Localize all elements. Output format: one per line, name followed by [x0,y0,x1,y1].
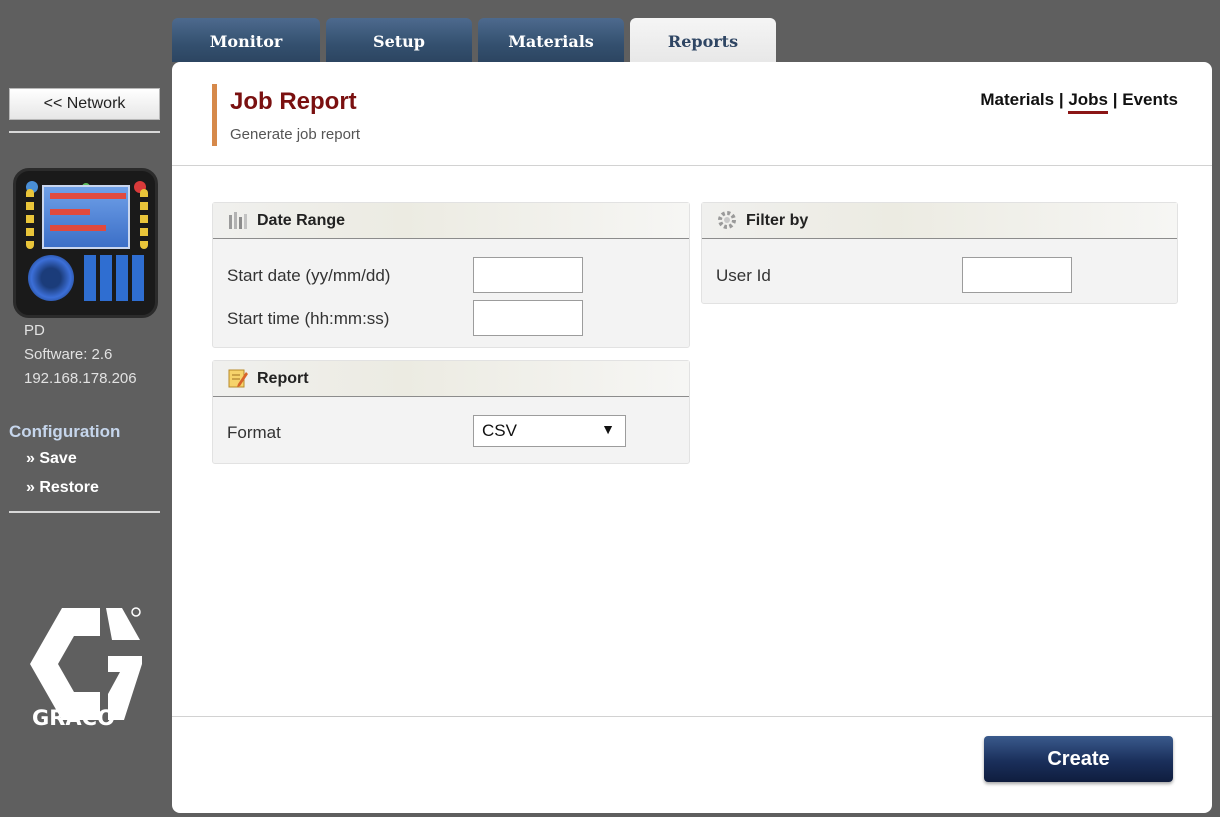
device-buttons-icon [140,189,148,249]
filter-title: Filter by [746,212,809,229]
device-name: PD [24,322,45,339]
events-link[interactable]: Events [1122,90,1178,109]
network-back-button[interactable]: << Network [9,88,160,120]
format-selected-value: CSV [482,421,517,440]
page-title: Job Report [230,88,357,115]
tab-setup[interactable]: Setup [326,18,472,62]
format-select[interactable]: CSV ▼ [473,415,626,447]
start-date-label: Start date (yy/mm/dd) [227,266,391,285]
report-header: Report [213,361,689,397]
format-label: Format [227,423,281,442]
user-id-label: User Id [716,266,771,285]
link-separator: | [1112,90,1118,109]
device-dial-icon [28,255,74,301]
device-screen-icon [42,185,130,249]
start-date-input[interactable] [473,257,583,293]
device-keypad-icon [84,255,148,301]
filter-panel: Filter by User Id [701,202,1178,304]
start-time-label: Start time (hh:mm:ss) [227,309,390,328]
device-buttons-icon [26,189,34,249]
gear-icon [718,211,736,229]
calendar-bars-icon [229,212,247,229]
header-divider [172,165,1212,166]
report-title: Report [257,370,309,387]
start-time-input[interactable] [473,300,583,336]
create-button[interactable]: Create [984,736,1173,782]
report-edit-icon [228,369,248,388]
date-range-title: Date Range [257,212,346,229]
sidebar-divider [9,511,160,513]
tab-monitor[interactable]: Monitor [172,18,320,62]
date-range-header: Date Range [213,203,689,239]
date-range-panel: Date Range Start date (yy/mm/dd) Start t… [212,202,690,348]
link-separator: | [1058,90,1064,109]
tab-materials[interactable]: Materials [478,18,624,62]
restore-link[interactable]: » Restore [26,479,99,497]
logo-text: GRACO [32,706,115,730]
footer-divider [172,716,1212,717]
tab-reports[interactable]: Reports [630,18,776,64]
report-panel: Report Format CSV ▼ [212,360,690,464]
materials-link[interactable]: Materials [980,90,1054,109]
device-ip: 192.168.178.206 [24,370,137,387]
sidebar-divider [9,131,160,133]
user-id-input[interactable] [962,257,1072,293]
dropdown-arrow-icon: ▼ [601,421,615,437]
report-type-links: Materials | Jobs | Events [980,90,1178,114]
sidebar: << Network PD Software: 2.6 192.168.178.… [0,0,168,817]
device-software: Software: 2.6 [24,346,113,363]
jobs-link[interactable]: Jobs [1068,90,1109,114]
main-panel: Job Report Generate job report Materials… [172,62,1212,813]
filter-header: Filter by [702,203,1177,239]
page-subtitle: Generate job report [230,126,361,143]
title-accent-bar [212,84,217,146]
configuration-title: Configuration [9,422,121,441]
save-link[interactable]: » Save [26,450,77,468]
device-image [13,168,158,318]
